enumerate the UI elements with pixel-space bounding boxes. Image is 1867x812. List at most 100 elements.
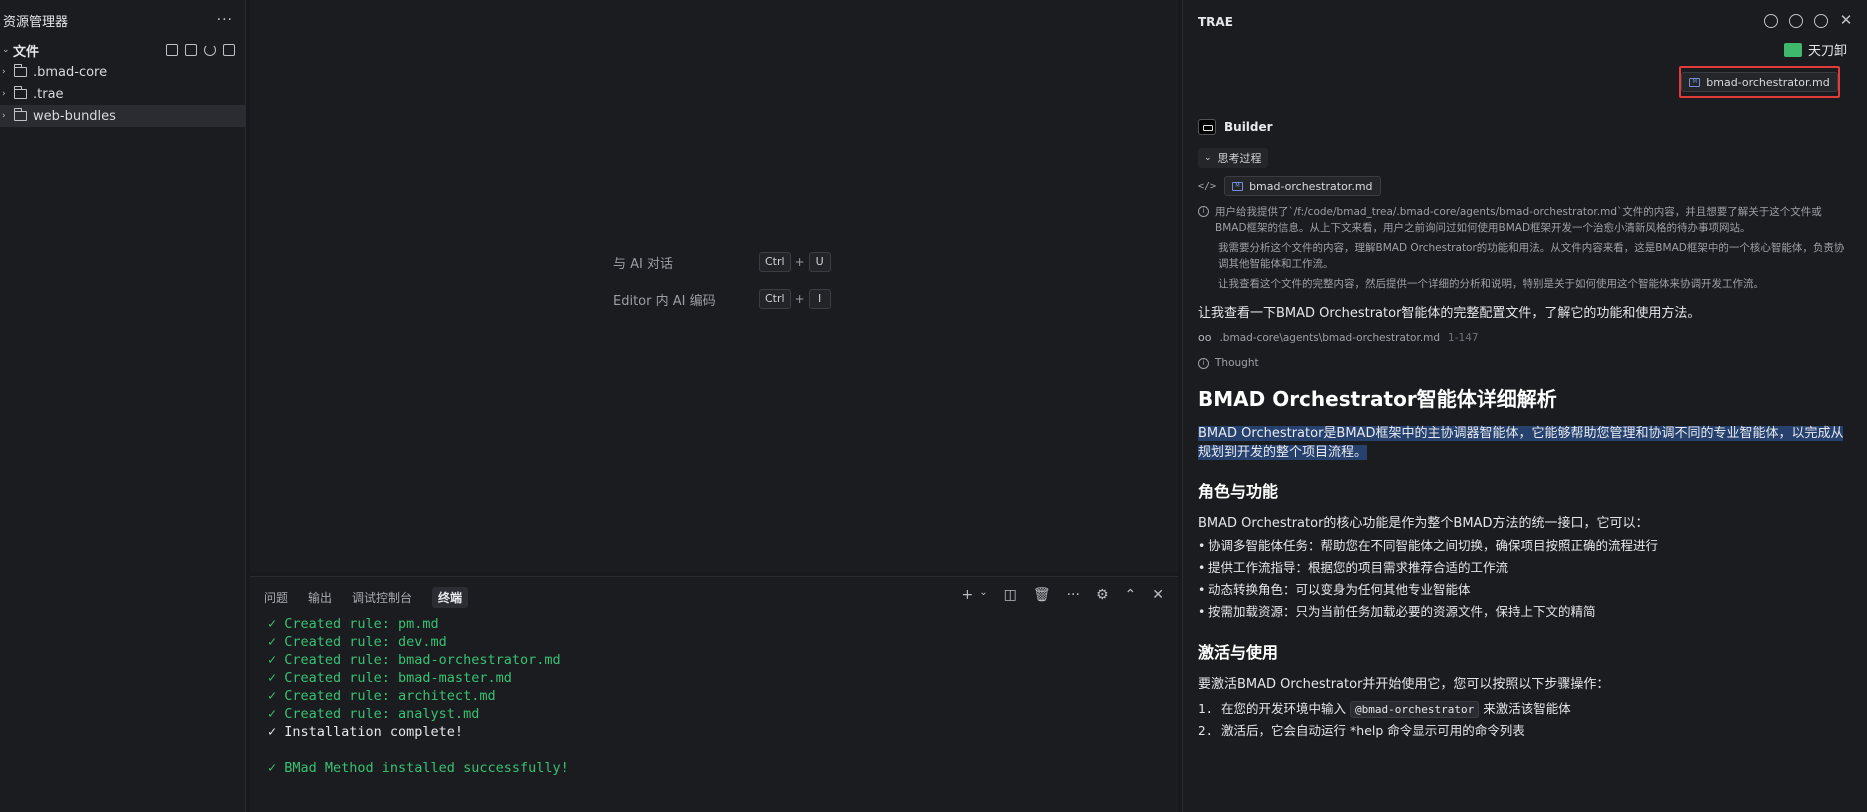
- markdown-file-icon: M: [1232, 181, 1244, 191]
- code-icon: </>: [1198, 180, 1217, 192]
- selected-text: BMAD Orchestrator是BMAD框架中的主协调器智能体，它能够帮助您…: [1198, 426, 1844, 460]
- user-avatar-icon: [1783, 42, 1802, 57]
- explorer-title: 资源管理器: [3, 14, 69, 30]
- tree-item-bmad-core[interactable]: › .bmad-core: [0, 61, 245, 83]
- plus-sign: +: [794, 292, 805, 306]
- chevron-down-icon: ⌄: [1204, 153, 1212, 163]
- new-folder-icon[interactable]: [185, 44, 197, 56]
- collapse-all-icon[interactable]: [223, 44, 235, 56]
- thought-paragraph-2: 我需要分析这个文件的内容，理解BMAD Orchestrator的功能和用法。从…: [1218, 242, 1845, 270]
- key-u: U: [808, 252, 831, 272]
- terminal-line: ✓ Created rule: bmad-master.md: [268, 670, 512, 686]
- doc-heading: BMAD Orchestrator智能体详细解析: [1198, 387, 1557, 411]
- thinking-toggle[interactable]: ⌄ 思考过程: [1198, 148, 1268, 168]
- code-file-chip[interactable]: M bmad-orchestrator.md: [1224, 176, 1381, 196]
- files-section-label: 文件: [13, 44, 40, 60]
- terminal-line: ✓ Created rule: bmad-orchestrator.md: [268, 652, 561, 668]
- markdown-file-icon: M: [1689, 77, 1701, 87]
- files-section-header[interactable]: ⌄ 文件: [0, 39, 245, 61]
- terminal-line: ✓ Created rule: pm.md: [268, 616, 439, 632]
- key-ctrl: Ctrl: [759, 252, 791, 272]
- folder-icon: [14, 86, 27, 99]
- list-item: 动态转换角色：可以变身为任何其他专业智能体: [1198, 579, 1848, 601]
- user-name: 天刀卸: [1807, 44, 1847, 59]
- new-file-icon[interactable]: [166, 44, 178, 56]
- terminal-line: ✓ Created rule: analyst.md: [268, 706, 480, 722]
- activation-steps: 1. 在您的开发环境中输入 @bmad-orchestrator 来激活该智能体…: [1198, 698, 1848, 742]
- activation-heading: 激活与使用: [1198, 643, 1279, 662]
- side-title: TRAE: [1198, 15, 1233, 29]
- roles-intro: BMAD Orchestrator的核心功能是作为整个BMAD方法的统一接口，它…: [1198, 516, 1649, 531]
- editor-area[interactable]: 与 AI 对话 Ctrl + U Editor 内 AI 编码 Ctrl + I: [250, 0, 1178, 572]
- tree-item-web-bundles[interactable]: › web-bundles: [0, 105, 245, 127]
- close-icon[interactable]: ✕: [1839, 13, 1853, 28]
- thought-label: Thought: [1215, 356, 1259, 369]
- builder-icon: [1198, 119, 1216, 135]
- tree-item-label: web-bundles: [33, 108, 116, 124]
- more-icon[interactable]: ···: [1067, 587, 1080, 603]
- refresh-icon[interactable]: [204, 44, 216, 56]
- terminal-line: ✓ Installation complete!: [268, 724, 464, 740]
- thought-row[interactable]: i Thought: [1198, 356, 1848, 369]
- info-icon: i: [1198, 206, 1209, 217]
- maximize-panel-icon[interactable]: ⌃: [1125, 587, 1137, 603]
- tree-item-trae[interactable]: › .trae: [0, 83, 245, 105]
- attached-file-name: bmad-orchestrator.md: [1706, 75, 1830, 89]
- list-item: 提供工作流指导：根据您的项目需求推荐合适的工作流: [1198, 557, 1848, 579]
- step-text: 在您的开发环境中输入: [1221, 701, 1347, 716]
- terminal-line: ✓ Created rule: architect.md: [268, 688, 496, 704]
- inline-code: @bmad-orchestrator: [1350, 701, 1480, 718]
- more-icon[interactable]: ···: [217, 12, 233, 28]
- thinking-label: 思考过程: [1217, 152, 1262, 165]
- ai-side-panel: TRAE ✕ 天刀卸 M bmad-orchestrator.md Builde…: [1182, 0, 1867, 812]
- tab-debug-console[interactable]: 调试控制台: [352, 587, 412, 608]
- code-reference-row: </> M bmad-orchestrator.md: [1198, 176, 1848, 196]
- step-text: 激活后，它会自动运行 *help 命令显示可用的命令列表: [1221, 723, 1525, 738]
- chevron-right-icon: ›: [2, 67, 6, 77]
- split-terminal-icon[interactable]: ◫: [1004, 587, 1017, 603]
- step-number: 1.: [1198, 701, 1214, 716]
- chevron-right-icon: ›: [2, 111, 6, 121]
- read-file-path: .bmad-core\agents\bmad-orchestrator.md: [1219, 331, 1441, 344]
- attached-file-chip[interactable]: M bmad-orchestrator.md: [1681, 72, 1838, 92]
- builder-header: Builder: [1198, 116, 1848, 138]
- trash-icon[interactable]: 🗑: [1033, 587, 1051, 603]
- file-read-row[interactable]: oo .bmad-core\agents\bmad-orchestrator.m…: [1198, 331, 1848, 344]
- list-item: 按需加载资源：只为当前任务加载必要的资源文件，保持上下文的精简: [1198, 601, 1848, 623]
- attached-file-highlight: M bmad-orchestrator.md: [1679, 66, 1840, 98]
- step-number: 2.: [1198, 723, 1214, 738]
- thought-paragraph-1: 用户给我提供了`/f:/code/bmad_trea/.bmad-core/ag…: [1215, 206, 1822, 234]
- tab-problems[interactable]: 问题: [264, 587, 288, 608]
- tab-output[interactable]: 输出: [308, 587, 332, 608]
- section-tools: [166, 44, 245, 56]
- chevron-right-icon: ›: [2, 89, 6, 99]
- tab-terminal[interactable]: 终端: [432, 587, 469, 608]
- tree-item-label: .bmad-core: [33, 64, 108, 80]
- folder-icon: [14, 64, 27, 77]
- read-line-range: 1-147: [1448, 331, 1479, 344]
- glasses-icon: oo: [1198, 331, 1212, 344]
- gear-icon[interactable]: [1814, 14, 1828, 28]
- add-terminal-icon[interactable]: +: [961, 587, 973, 603]
- step-text: 来激活该智能体: [1483, 701, 1571, 716]
- history-icon[interactable]: [1789, 14, 1803, 28]
- code-file-name: bmad-orchestrator.md: [1249, 179, 1373, 193]
- list-item: 2. 激活后，它会自动运行 *help 命令显示可用的命令列表: [1198, 720, 1848, 742]
- activation-intro: 要激活BMAD Orchestrator并开始使用它，您可以按照以下步骤操作：: [1198, 677, 1610, 692]
- chevron-down-icon[interactable]: ⌄: [979, 587, 987, 603]
- close-icon[interactable]: ✕: [1152, 587, 1164, 603]
- hint-inline-ai: Editor 内 AI 编码 Ctrl + I: [613, 289, 831, 309]
- folder-icon: [14, 108, 27, 121]
- terminal-line: ✓ Created rule: dev.md: [268, 634, 447, 650]
- chat-content: Builder ⌄ 思考过程 </> M bmad-orchestrator.m…: [1198, 116, 1848, 742]
- info-icon: i: [1198, 358, 1209, 369]
- key-i: I: [808, 289, 831, 309]
- new-chat-icon[interactable]: [1764, 14, 1778, 28]
- terminal-output[interactable]: ✓ Created rule: pm.md ✓ Created rule: dev…: [268, 615, 569, 777]
- app-window: 资源管理器 ··· ⌄ 文件 › .bmad-core › .trae › we…: [0, 0, 1867, 812]
- roles-heading: 角色与功能: [1198, 482, 1279, 501]
- chevron-down-icon: ⌄: [2, 45, 10, 55]
- bottom-panel: 问题 输出 调试控制台 终端 + ⌄ ◫ 🗑 ··· ⚙ ⌃ ✕ ✓ Creat…: [250, 576, 1178, 812]
- panel-actions: + ⌄ ◫ 🗑 ··· ⚙ ⌃ ✕: [961, 587, 1164, 603]
- settings-sliders-icon[interactable]: ⚙: [1096, 587, 1109, 603]
